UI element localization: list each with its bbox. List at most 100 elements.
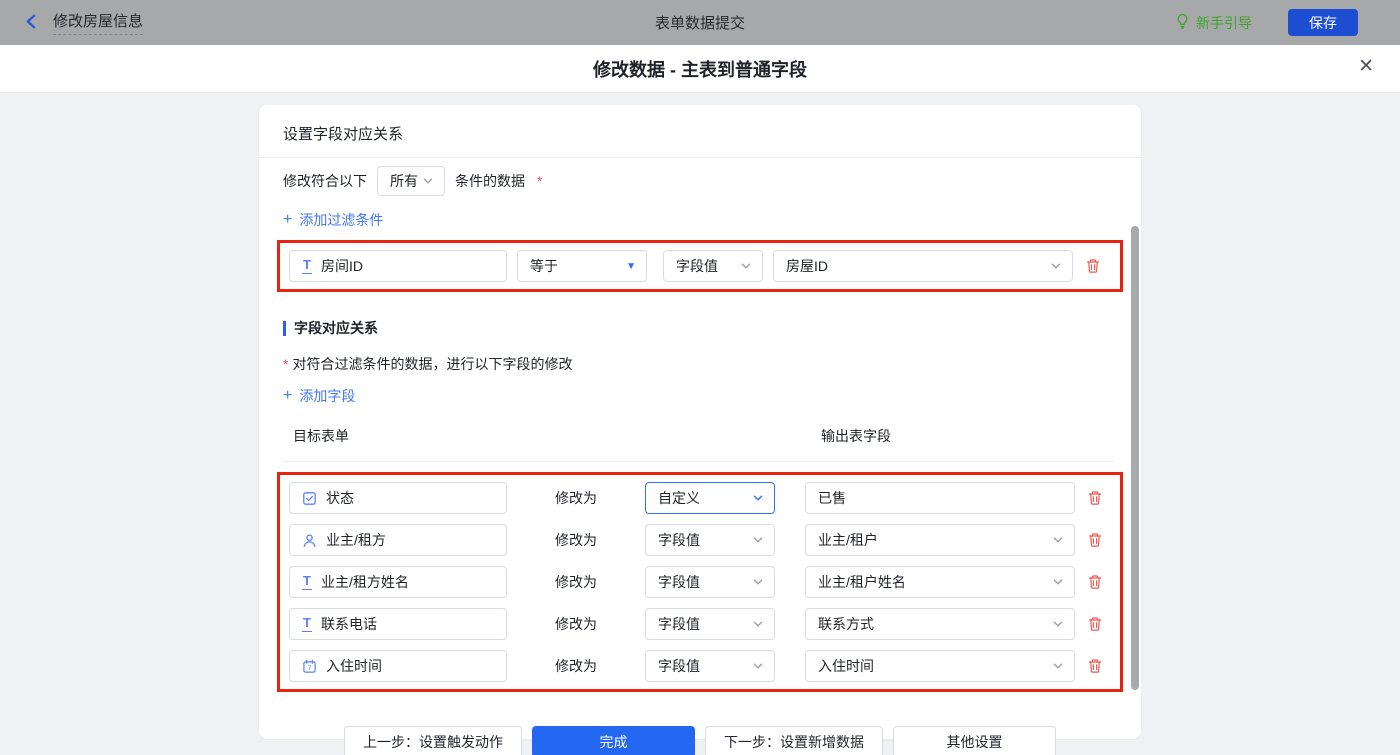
target-field-input[interactable]: T 联系电话	[289, 608, 507, 640]
mapping-annotation-box: 状态 修改为 自定义 已售	[277, 472, 1123, 692]
card-title: 设置字段对应关系	[259, 105, 1141, 158]
target-field-value: 入住时间	[326, 656, 382, 676]
topbar: 修改房屋信息 表单数据提交 新手引导 保存	[0, 0, 1400, 45]
chevron-down-icon	[1052, 660, 1064, 672]
chevron-down-icon	[752, 660, 764, 672]
filter-annotation-box: T 房间ID 等于 ▼ 字段值 房屋ID	[277, 240, 1123, 292]
chevron-down-icon	[752, 576, 764, 588]
other-settings-button[interactable]: 其他设置	[893, 726, 1056, 755]
output-field-column-header: 输出表字段	[821, 426, 891, 446]
delete-row-icon[interactable]	[1087, 532, 1103, 548]
caret-down-icon: ▼	[626, 261, 636, 272]
done-button[interactable]: 完成	[532, 726, 695, 755]
settings-card: 设置字段对应关系 修改符合以下 所有 条件的数据 * + 添加过滤条件	[259, 105, 1141, 739]
chevron-down-icon	[740, 260, 752, 272]
text-field-icon: T	[302, 616, 312, 632]
back-chevron-icon	[22, 12, 41, 34]
section-accent-bar	[283, 321, 286, 336]
modal-title: 修改数据 - 主表到普通字段	[593, 56, 807, 82]
modal-header: 修改数据 - 主表到普通字段 ✕	[0, 45, 1400, 93]
chevron-down-icon	[752, 618, 764, 630]
workflow-title[interactable]: 修改房屋信息	[53, 10, 143, 35]
target-field-value: 联系电话	[321, 614, 377, 634]
condition-row: 修改符合以下 所有 条件的数据 *	[283, 166, 1117, 196]
value-type-select[interactable]: 字段值	[645, 524, 775, 556]
modify-label: 修改为	[507, 572, 645, 592]
target-field-input[interactable]: 业主/租方	[289, 524, 507, 556]
condition-prefix: 修改符合以下	[283, 171, 367, 191]
chevron-down-icon	[422, 175, 434, 187]
target-field-input[interactable]: 状态	[289, 482, 507, 514]
filter-field-value: 房间ID	[321, 256, 363, 276]
chevron-down-icon	[1052, 618, 1064, 630]
chevron-down-icon	[1052, 534, 1064, 546]
field-mapping-row: 7 入住时间 修改为 字段值 入住时间	[289, 650, 1111, 682]
output-field-select[interactable]: 业主/租户姓名	[805, 566, 1075, 598]
chevron-down-icon	[1050, 260, 1062, 272]
modify-label: 修改为	[507, 488, 645, 508]
value-type-select[interactable]: 自定义	[645, 482, 775, 514]
custom-value-input[interactable]: 已售	[805, 482, 1075, 514]
output-field-select[interactable]: 联系方式	[805, 608, 1075, 640]
target-form-column-header: 目标表单	[293, 426, 349, 446]
value-type-select[interactable]: 字段值	[645, 566, 775, 598]
target-field-value: 状态	[326, 488, 354, 508]
target-field-value: 业主/租方姓名	[321, 572, 409, 592]
filter-value-select[interactable]: 房屋ID	[773, 250, 1073, 282]
filter-field-input[interactable]: T 房间ID	[289, 250, 507, 282]
add-field-link[interactable]: + 添加字段	[283, 386, 355, 406]
delete-filter-icon[interactable]	[1085, 258, 1101, 274]
modify-label: 修改为	[507, 656, 645, 676]
target-field-input[interactable]: T 业主/租方姓名	[289, 566, 507, 598]
mapping-description: *对符合过滤条件的数据，进行以下字段的修改	[283, 354, 1117, 374]
guide-label: 新手引导	[1196, 13, 1252, 33]
delete-row-icon[interactable]	[1087, 490, 1103, 506]
modify-label: 修改为	[507, 530, 645, 550]
mapping-section-header: 字段对应关系	[283, 318, 1117, 338]
date-field-icon: 7	[302, 659, 317, 674]
target-field-input[interactable]: 7 入住时间	[289, 650, 507, 682]
modal-body: 设置字段对应关系 修改符合以下 所有 条件的数据 * + 添加过滤条件	[0, 93, 1400, 755]
output-field-select[interactable]: 入住时间	[805, 650, 1075, 682]
field-mapping-row: T 业主/租方姓名 修改为 字段值 业主/租户姓名	[289, 566, 1111, 598]
target-field-value: 业主/租方	[326, 530, 386, 550]
plus-icon: +	[283, 388, 292, 404]
mapping-column-headers: 目标表单 输出表字段	[283, 426, 1117, 446]
beginner-guide-link[interactable]: 新手引导	[1175, 13, 1252, 33]
value-type-select[interactable]: 字段值	[645, 608, 775, 640]
next-step-button[interactable]: 下一步：设置新增数据	[705, 726, 883, 755]
save-button[interactable]: 保存	[1288, 9, 1358, 36]
chevron-down-icon	[752, 492, 764, 504]
filter-row: T 房间ID 等于 ▼ 字段值 房屋ID	[289, 250, 1111, 282]
text-field-icon: T	[302, 258, 312, 274]
footer-actions: 上一步：设置触发动作 完成 下一步：设置新增数据 其他设置	[283, 726, 1117, 755]
condition-suffix: 条件的数据	[455, 171, 525, 191]
chevron-down-icon	[752, 534, 764, 546]
field-mapping-row: 业主/租方 修改为 字段值 业主/租户	[289, 524, 1111, 556]
filter-operator-select[interactable]: 等于 ▼	[517, 250, 647, 282]
value-type-select[interactable]: 字段值	[645, 650, 775, 682]
output-field-select[interactable]: 业主/租户	[805, 524, 1075, 556]
lightbulb-icon	[1175, 13, 1190, 32]
delete-row-icon[interactable]	[1087, 658, 1103, 674]
member-field-icon	[302, 533, 317, 548]
required-mark: *	[283, 356, 288, 372]
close-icon[interactable]: ✕	[1358, 57, 1374, 76]
field-mapping-row: 状态 修改为 自定义 已售	[289, 482, 1111, 514]
text-field-icon: T	[302, 574, 312, 590]
field-mapping-row: T 联系电话 修改为 字段值 联系方式	[289, 608, 1111, 640]
required-mark: *	[537, 173, 542, 189]
divider	[283, 461, 1113, 462]
svg-text:7: 7	[308, 665, 312, 672]
select-field-icon	[302, 491, 317, 506]
mapping-section-title: 字段对应关系	[294, 318, 378, 338]
add-filter-link[interactable]: + 添加过滤条件	[283, 210, 383, 230]
vertical-scrollbar[interactable]	[1131, 226, 1139, 690]
plus-icon: +	[283, 212, 292, 228]
condition-mode-select[interactable]: 所有	[377, 166, 445, 196]
delete-row-icon[interactable]	[1087, 616, 1103, 632]
back-button[interactable]	[22, 12, 41, 34]
prev-step-button[interactable]: 上一步：设置触发动作	[344, 726, 522, 755]
filter-value-type-select[interactable]: 字段值	[663, 250, 763, 282]
delete-row-icon[interactable]	[1087, 574, 1103, 590]
